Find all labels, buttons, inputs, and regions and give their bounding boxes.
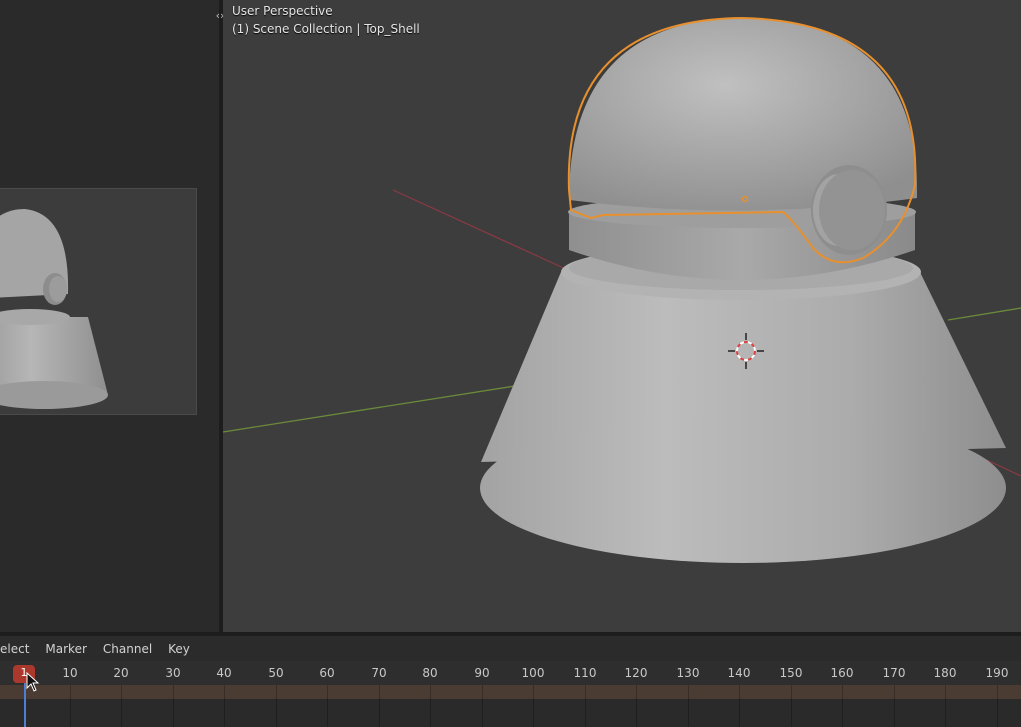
grid-line [379, 685, 380, 727]
3d-viewport[interactable] [223, 0, 1021, 632]
scene-collection-label: (1) Scene Collection | Top_Shell [232, 22, 420, 36]
tick-label: 60 [319, 666, 335, 680]
tick-label: 150 [779, 666, 803, 680]
tick-label: 110 [573, 666, 597, 680]
frame-ruler[interactable]: 10 20 30 40 50 60 70 80 90 100 110 120 1… [0, 661, 1021, 685]
tick-label: 170 [882, 666, 906, 680]
tick-label: 30 [165, 666, 181, 680]
grid-line [997, 685, 998, 727]
grid-line [482, 685, 483, 727]
grid-line [842, 685, 843, 727]
grid-line [894, 685, 895, 727]
menu-key[interactable]: Key [168, 642, 190, 656]
tick-label: 120 [624, 666, 648, 680]
tick-label: 90 [474, 666, 490, 680]
grid-line [327, 685, 328, 727]
grid-line [70, 685, 71, 727]
menu-select[interactable]: elect [0, 642, 29, 656]
render-preview [0, 188, 197, 415]
keyframe-channel-area[interactable] [0, 699, 1021, 727]
grid-line [945, 685, 946, 727]
menu-channel[interactable]: Channel [103, 642, 152, 656]
grid-line [173, 685, 174, 727]
tick-label: 20 [113, 666, 129, 680]
grid-line [688, 685, 689, 727]
tick-label: 50 [268, 666, 284, 680]
tick-label: 40 [216, 666, 232, 680]
grid-line [430, 685, 431, 727]
grid-line [533, 685, 534, 727]
grid-line [276, 685, 277, 727]
left-panel [0, 0, 219, 632]
mouse-pointer-icon [26, 672, 40, 692]
tick-label: 130 [676, 666, 700, 680]
grid-line [585, 685, 586, 727]
tick-label: 100 [521, 666, 545, 680]
grid-line [791, 685, 792, 727]
tick-label: 180 [933, 666, 957, 680]
summary-channel-row[interactable] [0, 685, 1021, 699]
menu-marker[interactable]: Marker [45, 642, 86, 656]
timeline-header: elect Marker Channel Key [0, 636, 1021, 661]
tick-label: 190 [985, 666, 1009, 680]
grid-line [636, 685, 637, 727]
tick-label: 10 [62, 666, 78, 680]
grid-line [739, 685, 740, 727]
grid-line [224, 685, 225, 727]
tick-label: 70 [371, 666, 387, 680]
view-perspective-label: User Perspective [232, 4, 333, 18]
grid-line [121, 685, 122, 727]
tick-label: 160 [830, 666, 854, 680]
tick-label: 140 [727, 666, 751, 680]
tick-label: 80 [422, 666, 438, 680]
